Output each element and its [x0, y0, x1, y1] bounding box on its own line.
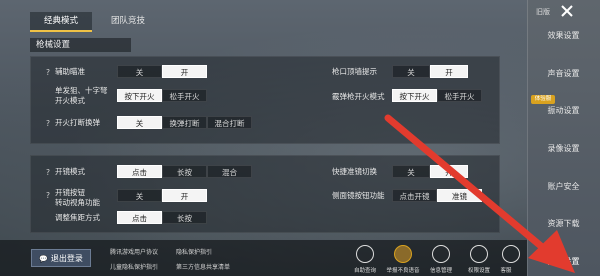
quick-scope-off-button[interactable]: 关 — [392, 165, 430, 178]
shotgun-fire-label: 霰弹枪开火模式 — [332, 92, 385, 101]
section-title: 枪械设置 — [30, 38, 131, 52]
sidebar-item-sound[interactable]: 声音设置 — [527, 68, 600, 79]
close-icon[interactable] — [559, 3, 575, 19]
muzzle-hint-on-button[interactable]: 开 — [430, 65, 468, 78]
scope-mode-tap-button[interactable]: 点击 — [117, 165, 162, 178]
muzzle-hint-label: 枪口顶墙提示 — [332, 67, 377, 76]
permission-icon[interactable] — [470, 245, 488, 263]
single-fire-press-button[interactable]: 按下开火 — [117, 89, 162, 102]
focus-mode-label: 调整焦距方式 — [55, 213, 100, 222]
muzzle-hint-off-button[interactable]: 关 — [392, 65, 430, 78]
third-party-list-link[interactable]: 第三方信息共享清单 — [176, 262, 230, 271]
help-icon[interactable]: ? — [46, 119, 50, 128]
sidebar-item-resources[interactable]: 资源下载 — [527, 218, 600, 229]
self-service-icon[interactable] — [356, 245, 374, 263]
side-scope-tap-button[interactable]: 点击开镜 — [392, 189, 437, 202]
scope-button-on[interactable]: 开 — [162, 189, 207, 202]
sidebar-item-privacy[interactable]: 隐私设置 — [527, 256, 600, 267]
help-icon[interactable]: ? — [46, 168, 50, 177]
shotgun-release-button[interactable]: 松手开火 — [437, 89, 482, 102]
side-scope-scope-button[interactable]: 准镜 — [437, 189, 482, 202]
scope-button-label: 开镜按钮 转动视角功能 — [55, 188, 100, 207]
fire-interrupt-mixed-button[interactable]: 混合打断 — [207, 116, 252, 129]
tab-classic-mode[interactable]: 经典模式 — [30, 12, 92, 32]
fire-interrupt-off-button[interactable]: 关 — [117, 116, 162, 129]
sidebar-item-vibration[interactable]: 振动设置 — [527, 105, 600, 116]
report-voice-icon[interactable] — [394, 245, 412, 263]
focus-mode-tap-button[interactable]: 点击 — [117, 211, 162, 224]
side-scope-label: 侧面镜按钮功能 — [332, 191, 385, 200]
chat-icon: 💬 — [39, 255, 48, 263]
sidebar-item-account[interactable]: 账户安全 — [527, 181, 600, 192]
trial-badge: 体验服 — [531, 95, 555, 104]
customer-service-icon[interactable] — [502, 245, 520, 263]
help-icon[interactable]: ? — [46, 68, 50, 77]
help-icon[interactable]: ? — [46, 191, 50, 200]
quick-scope-label: 快捷准镜切换 — [332, 167, 377, 176]
tab-team-deathmatch[interactable]: 团队竞技 — [98, 12, 158, 30]
user-agreement-link[interactable]: 腾讯游戏用户协议 — [110, 247, 158, 256]
scope-mode-label: 开镜模式 — [55, 167, 85, 176]
info-manage-icon[interactable] — [432, 245, 450, 263]
single-fire-label: 单发狙、十字弩 开火模式 — [55, 86, 108, 105]
logout-button[interactable]: 💬 退出登录 — [31, 249, 91, 267]
sidebar-item-recording[interactable]: 录像设置 — [527, 143, 600, 154]
sidebar-item-effects[interactable]: 效果设置 — [527, 30, 600, 41]
privacy-guide-link[interactable]: 隐私保护指引 — [176, 247, 212, 256]
single-fire-release-button[interactable]: 松手开火 — [162, 89, 207, 102]
scope-button-off[interactable]: 关 — [117, 189, 162, 202]
report-voice-label: 举报不良语音 — [386, 268, 420, 274]
customer-service-label: 客服 — [500, 268, 512, 274]
settings-sidebar — [527, 0, 600, 276]
fire-interrupt-label: 开火打断换弹 — [55, 118, 100, 127]
aim-assist-label: 辅助瞄准 — [55, 67, 85, 76]
self-service-label: 自助查询 — [353, 268, 376, 274]
quick-scope-on-button[interactable]: 开 — [430, 165, 468, 178]
aim-assist-off-button[interactable]: 关 — [117, 65, 162, 78]
shotgun-press-button[interactable]: 按下开火 — [392, 89, 437, 102]
info-manage-label: 信息管理 — [429, 268, 452, 274]
focus-mode-hold-button[interactable]: 长按 — [162, 211, 207, 224]
scope-mode-mixed-button[interactable]: 混合 — [207, 165, 252, 178]
fire-interrupt-reload-button[interactable]: 换弹打断 — [162, 116, 207, 129]
scope-mode-hold-button[interactable]: 长按 — [162, 165, 207, 178]
aim-assist-on-button[interactable]: 开 — [162, 65, 207, 78]
back-label[interactable]: 旧版 — [536, 7, 550, 17]
child-privacy-link[interactable]: 儿童隐私保护指引 — [110, 262, 158, 271]
